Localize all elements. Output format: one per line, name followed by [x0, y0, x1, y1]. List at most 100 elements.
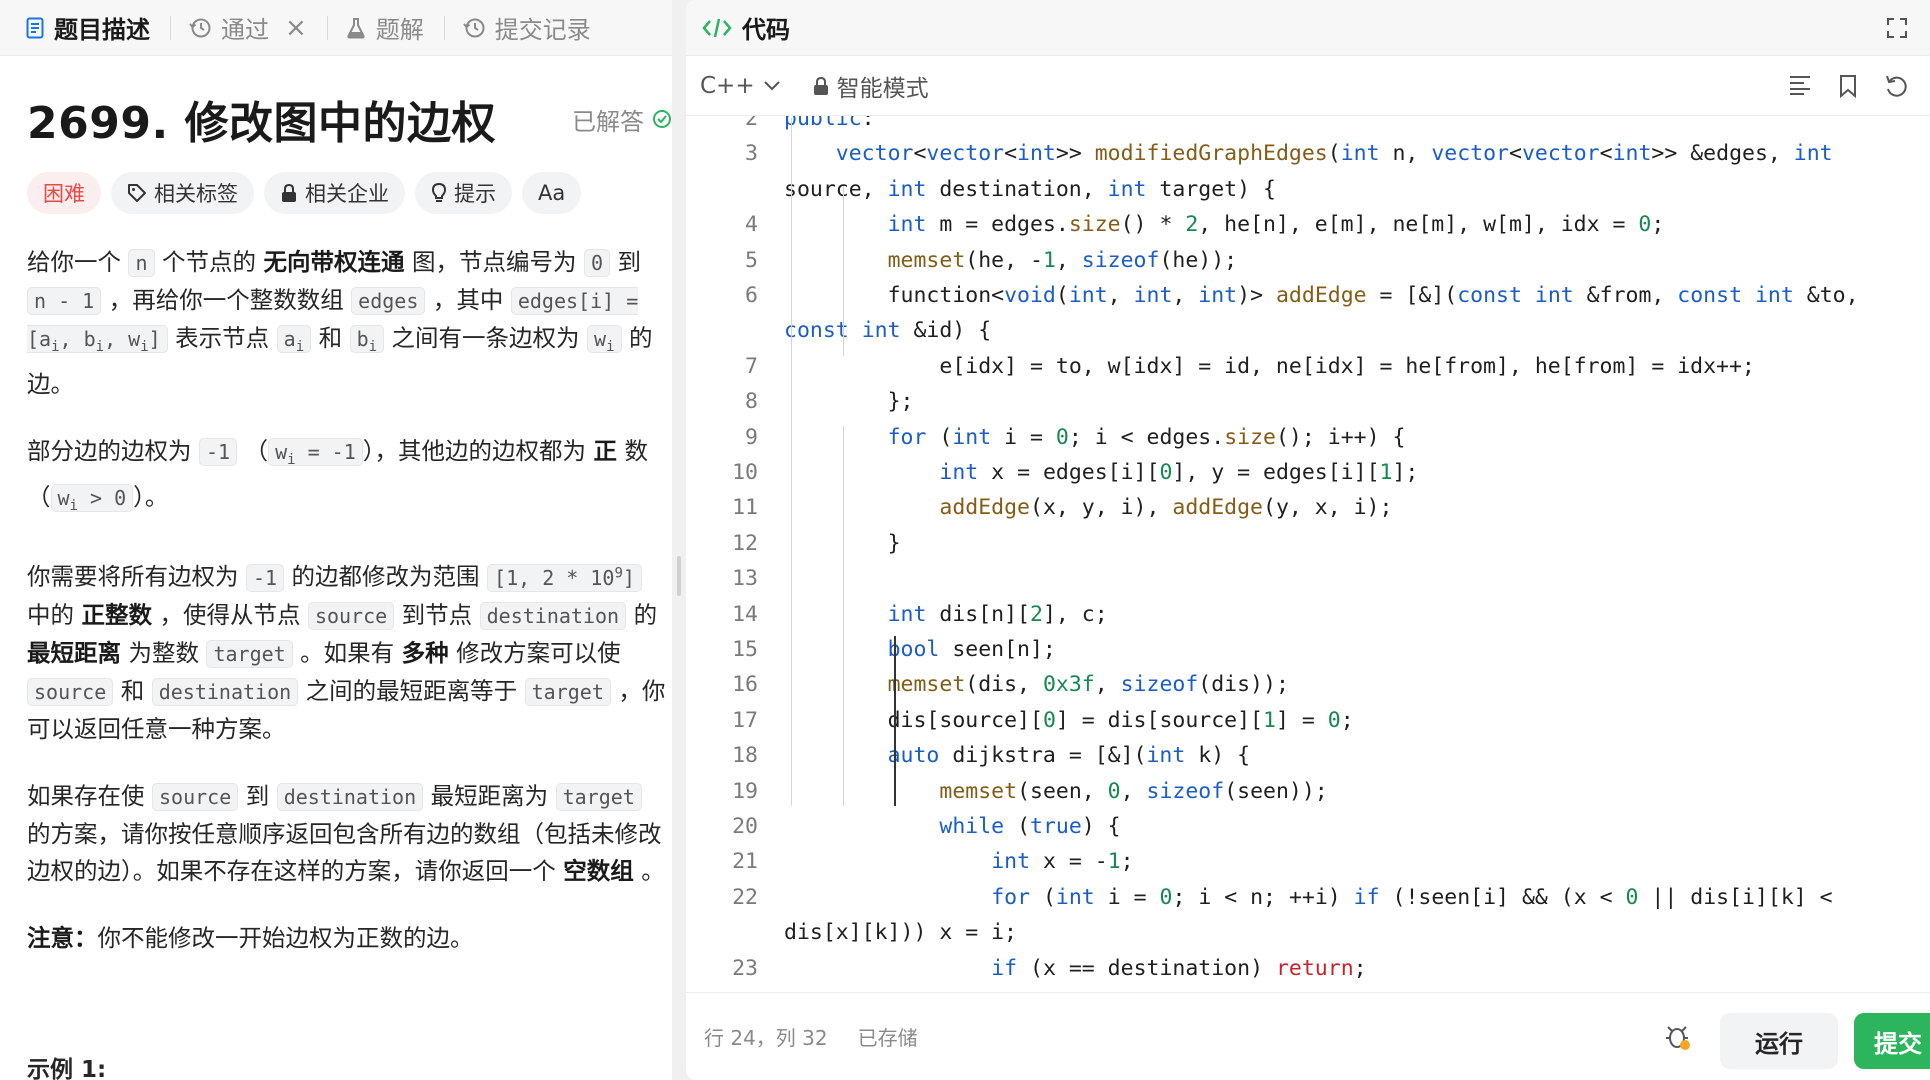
line-number: 9 — [745, 424, 758, 450]
code-panel: 代码 C++ 智能模式 2 public: 3 vector<vector<int>>… — [686, 0, 1930, 1080]
difficulty-badge: 困难 — [27, 172, 101, 214]
line-number: 2 — [745, 116, 758, 131]
tag-icon — [128, 184, 146, 202]
example-title: 示例 1: — [27, 1057, 107, 1080]
reset-icon[interactable] — [1884, 74, 1908, 98]
indent-guide — [894, 636, 897, 806]
description-note: 注意：你不能修改一开始边权为正数的边。 — [27, 923, 474, 952]
check-circle-icon — [653, 110, 671, 128]
font-size-button[interactable]: Aa — [522, 172, 582, 214]
title-row: 2699. 修改图中的边权 已解答 — [27, 92, 672, 149]
hint-chip-label: 提示 — [454, 182, 496, 206]
tags-chip-label: 相关标签 — [154, 182, 238, 206]
smart-mode-label: 智能模式 — [836, 75, 929, 102]
bookmark-icon[interactable] — [1838, 74, 1858, 98]
tab-passed-label: 通过 — [221, 16, 269, 44]
code-line: addEdge(x, y, i), addEdge(y, x, i); — [939, 495, 1393, 521]
line-number: 4 — [745, 212, 758, 238]
code-line: public: — [784, 116, 875, 131]
save-status: 已存储 — [857, 1026, 918, 1050]
language-select[interactable]: C++ — [700, 73, 781, 99]
tab-description[interactable]: 题目描述 — [22, 0, 164, 56]
editor-statusbar: 行 24，列 32 已存储 运行 提交 — [686, 992, 1930, 1080]
description-paragraph-3: 你需要将所有边权为 -1 的边都修改为范围 [1, 2 * 109] 中的 正整… — [27, 562, 666, 743]
panel-splitter[interactable] — [672, 0, 686, 1080]
code-icon — [702, 18, 732, 37]
problem-panel: 题目描述 通过 × 题解 提交记录 2699. 修改图中的边权 已解答 困难 相… — [0, 0, 672, 1080]
line-number: 17 — [732, 707, 758, 733]
close-icon[interactable]: × — [285, 13, 307, 43]
run-button[interactable]: 运行 — [1720, 1013, 1838, 1069]
line-number: 10 — [732, 460, 758, 485]
solved-status: 已解答 — [572, 102, 672, 137]
drag-handle[interactable] — [677, 556, 681, 596]
line-number: 6 — [745, 283, 758, 308]
line-number: 15 — [732, 637, 758, 662]
tab-divider — [326, 15, 328, 40]
app-window: 题目描述 通过 × 题解 提交记录 2699. 修改图中的边权 已解答 困难 相… — [0, 0, 1930, 1080]
indent-guide — [790, 118, 792, 806]
code-line: memset(dis, 0x3f, sizeof(dis)); — [887, 672, 1289, 698]
code-line: int dis[n][2], c; — [887, 601, 1108, 627]
document-icon — [26, 17, 44, 38]
code-line: function<void(int, int, int)> addEdge = … — [887, 283, 1859, 308]
line-number: 20 — [732, 814, 758, 839]
tab-submissions-label: 提交记录 — [494, 16, 591, 44]
tab-submissions[interactable]: 提交记录 — [459, 0, 605, 56]
code-line: for (int i = 0; i < edges.size(); i++) { — [887, 424, 1406, 450]
code-line: } — [887, 530, 901, 556]
editor-toolbar: C++ 智能模式 — [686, 56, 1930, 116]
tab-description-label: 题目描述 — [54, 16, 150, 44]
code-line: }; — [887, 389, 914, 415]
chevron-down-icon — [763, 80, 780, 90]
line-number: 7 — [745, 353, 758, 379]
indent-guide — [842, 426, 844, 806]
line-number: 14 — [732, 601, 758, 627]
description-paragraph-4: 如果存在使 source 到 destination 最短距离为 target … — [27, 781, 665, 885]
lightbulb-icon — [431, 182, 447, 202]
line-number: 16 — [732, 672, 758, 698]
companies-chip[interactable]: 相关企业 — [264, 172, 405, 214]
lock-icon — [813, 76, 828, 95]
line-number: 8 — [745, 389, 758, 415]
code-line: for (int i = 0; i < n; ++i) if (!seen[i]… — [991, 884, 1833, 910]
smart-mode-toggle[interactable]: 智能模式 — [813, 69, 929, 103]
line-number: 12 — [732, 530, 758, 556]
companies-chip-label: 相关企业 — [305, 182, 389, 206]
history-icon — [189, 18, 211, 37]
code-line: int x = -1; — [991, 849, 1134, 875]
code-line: dis[source][0] = dis[source][1] = 0; — [887, 707, 1354, 733]
problem-chips: 困难 相关标签 相关企业 提示 Aa — [27, 172, 672, 214]
tags-chip[interactable]: 相关标签 — [111, 172, 254, 214]
hint-chip[interactable]: 提示 — [415, 172, 512, 214]
line-number: 3 — [745, 141, 758, 167]
flask-icon — [347, 17, 365, 38]
line-number: 22 — [732, 884, 758, 910]
code-line: auto dijkstra = [&](int k) { — [887, 743, 1251, 769]
editor-tools — [1788, 74, 1908, 98]
tab-solutions[interactable]: 题解 — [342, 0, 438, 56]
submit-button[interactable]: 提交 — [1854, 1013, 1930, 1069]
code-line: int m = edges.size() * 2, he[n], e[m], n… — [887, 212, 1665, 238]
code-line: vector<vector<int>> modifiedGraphEdges(i… — [835, 141, 1833, 167]
code-line: bool seen[n]; — [887, 637, 1056, 662]
code-panel-title: 代码 — [742, 16, 790, 44]
format-icon[interactable] — [1788, 74, 1812, 96]
fullscreen-icon[interactable] — [1886, 17, 1908, 39]
line-number: 21 — [732, 849, 758, 875]
code-header: 代码 — [686, 0, 1930, 56]
code-line: memset(seen, 0, sizeof(seen)); — [939, 778, 1328, 804]
code-line: memset(he, -1, sizeof(he)); — [887, 247, 1238, 273]
font-size-icon: Aa — [538, 181, 566, 205]
code-line: dis[x][k])) x = i; — [784, 920, 1017, 946]
code-line: if (x == destination) return; — [991, 955, 1367, 981]
problem-title: 2699. 修改图中的边权 — [27, 98, 496, 149]
tab-solutions-label: 题解 — [375, 16, 424, 44]
problem-description: 2699. 修改图中的边权 已解答 困难 相关标签 相关企业 提示 Aa 给你一… — [0, 92, 672, 957]
line-number: 18 — [732, 743, 758, 769]
debug-icon[interactable] — [1664, 1023, 1692, 1051]
tab-divider — [170, 15, 171, 40]
tab-passed[interactable]: 通过 × — [185, 0, 321, 56]
language-label: C++ — [700, 72, 755, 99]
code-editor[interactable]: 2 public: 3 vector<vector<int>> modifiedGra… — [686, 116, 1930, 992]
